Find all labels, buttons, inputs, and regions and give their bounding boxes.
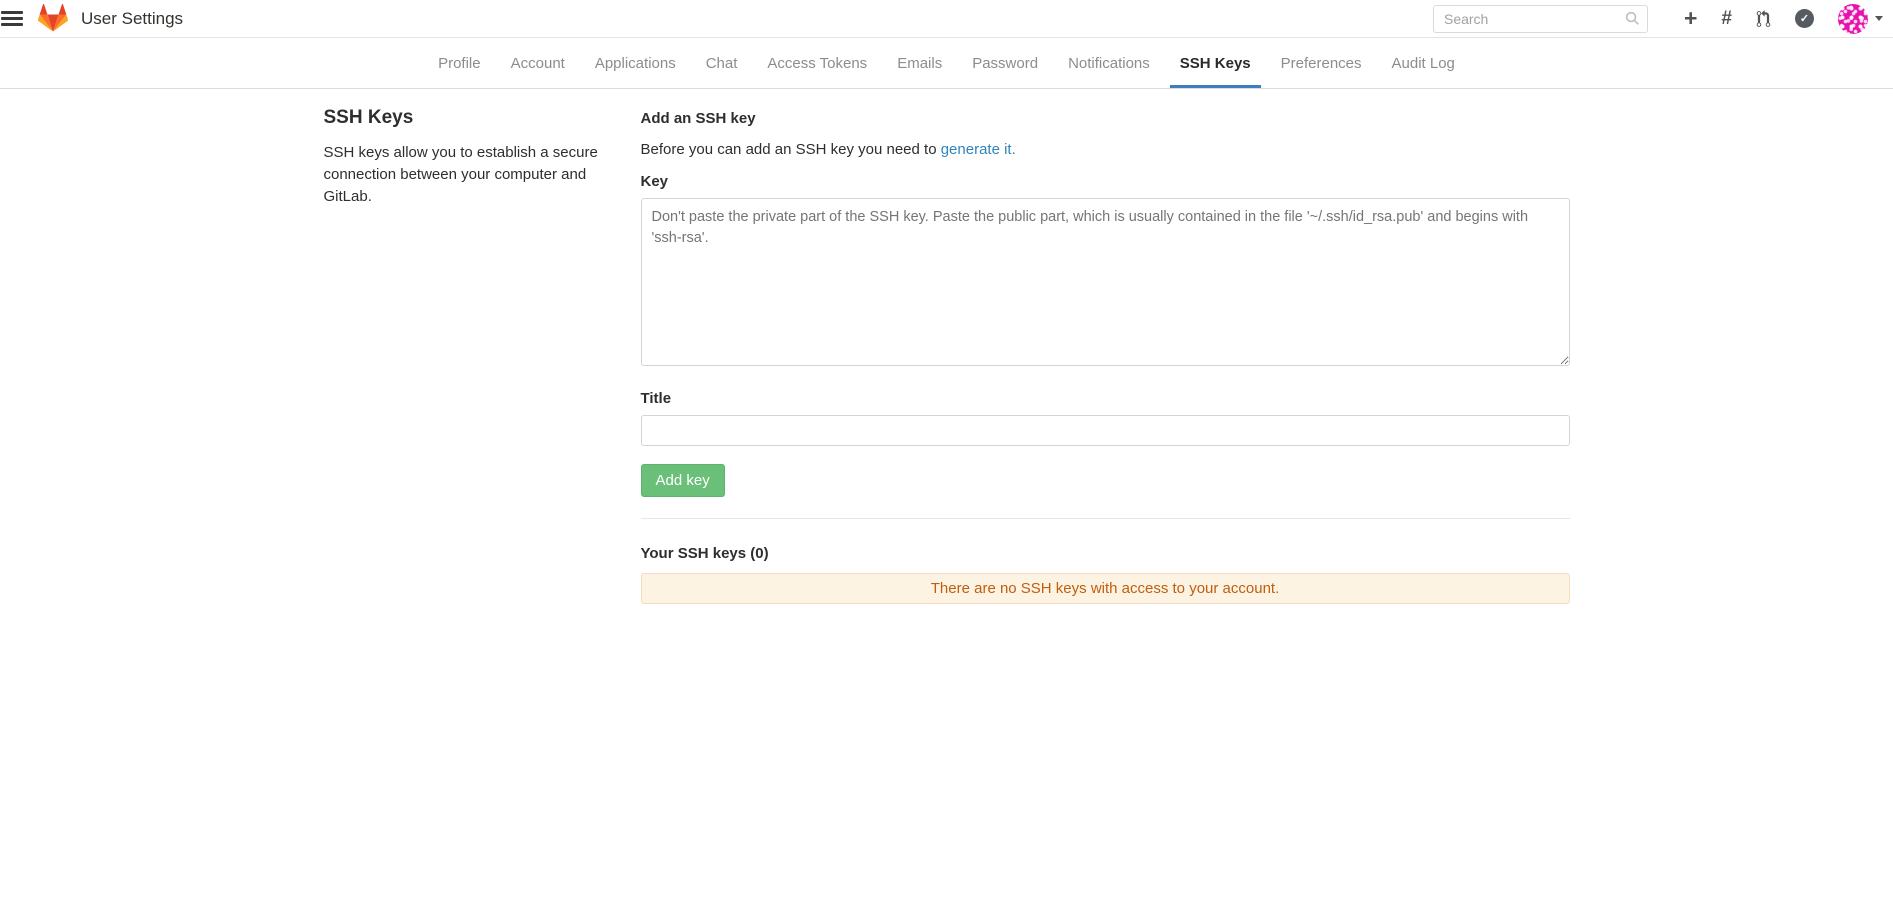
ssh-keys-content: SSH Keys SSH keys allow you to establish… [324,89,1570,604]
title-field-label: Title [641,390,1570,407]
tab-chat[interactable]: Chat [696,38,748,88]
key-field-label: Key [641,173,1570,190]
hamburger-menu-icon[interactable] [1,11,23,26]
ssh-key-textarea[interactable] [641,198,1570,366]
tab-applications[interactable]: Applications [585,38,686,88]
page-title: User Settings [81,9,183,29]
top-navbar: User Settings + # ✓ [0,0,1893,38]
your-ssh-keys-heading: Your SSH keys (0) [641,545,1570,562]
user-avatar[interactable] [1838,4,1868,34]
search-icon [1625,11,1640,31]
new-item-plus-icon[interactable]: + [1684,7,1697,30]
section-description: SSH keys allow you to establish a secure… [324,142,601,207]
generate-it-link[interactable]: generate it. [941,141,1016,158]
gitlab-logo-icon[interactable] [38,4,68,33]
tab-preferences[interactable]: Preferences [1271,38,1372,88]
tab-profile[interactable]: Profile [428,38,491,88]
section-divider [641,518,1570,519]
add-ssh-key-heading: Add an SSH key [641,110,1570,127]
todos-check-icon[interactable]: ✓ [1795,9,1814,28]
section-info-column: SSH Keys SSH keys allow you to establish… [324,107,641,604]
user-menu[interactable] [1838,4,1883,34]
tab-emails[interactable]: Emails [887,38,952,88]
title-input[interactable] [641,415,1570,446]
tab-audit-log[interactable]: Audit Log [1382,38,1465,88]
settings-tabbar: Profile Account Applications Chat Access… [0,38,1893,89]
chevron-down-icon [1875,16,1883,21]
search-box [1433,5,1648,33]
navbar-right-group: + # ✓ [1433,4,1883,34]
navbar-icons: + # ✓ [1684,4,1883,34]
add-key-button[interactable]: Add key [641,464,725,497]
empty-keys-alert: There are no SSH keys with access to you… [641,573,1570,604]
generate-key-hint: Before you can add an SSH key you need t… [641,141,1570,158]
tab-access-tokens[interactable]: Access Tokens [757,38,877,88]
issues-hash-icon[interactable]: # [1721,9,1732,28]
generate-key-hint-text: Before you can add an SSH key you need t… [641,141,941,158]
tab-account[interactable]: Account [501,38,575,88]
section-heading: SSH Keys [324,107,601,129]
tab-ssh-keys[interactable]: SSH Keys [1170,38,1261,88]
ssh-key-form-column: Add an SSH key Before you can add an SSH… [641,107,1570,604]
gitlab-user-settings-page: User Settings + # ✓ [0,0,1893,917]
merge-requests-icon[interactable] [1756,10,1771,28]
search-input[interactable] [1433,5,1648,33]
tab-password[interactable]: Password [962,38,1048,88]
tab-notifications[interactable]: Notifications [1058,38,1160,88]
